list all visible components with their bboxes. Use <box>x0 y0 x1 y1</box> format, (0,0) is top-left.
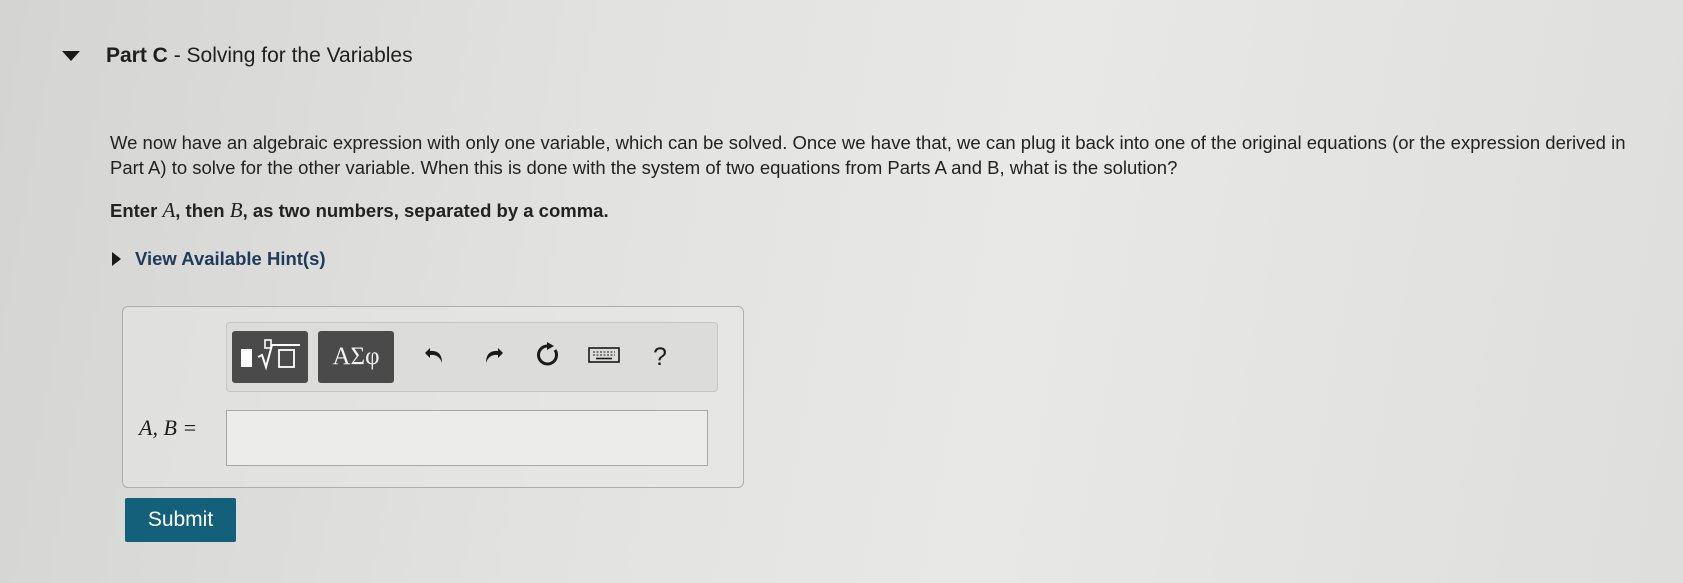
greek-symbols-button[interactable]: ΑΣφ <box>318 331 394 383</box>
redo-button[interactable] <box>468 331 516 383</box>
part-prefix: Part C <box>106 44 168 67</box>
submit-button[interactable]: Submit <box>125 498 236 542</box>
instruction-text-2: , then <box>175 200 230 221</box>
keyboard-button[interactable] <box>580 331 628 383</box>
math-toolbar: ΑΣφ ? <box>226 322 718 392</box>
expand-caret-icon <box>112 252 121 266</box>
collapse-caret-icon[interactable] <box>62 51 80 61</box>
answer-input[interactable] <box>226 410 708 466</box>
help-icon: ? <box>653 342 667 371</box>
templates-button[interactable] <box>232 331 308 383</box>
reset-button[interactable] <box>524 331 572 383</box>
view-hints-toggle[interactable]: View Available Hint(s) <box>112 248 326 270</box>
part-title-text: Solving for the Variables <box>186 44 413 67</box>
instruction-text-1: Enter <box>110 200 163 221</box>
keyboard-icon <box>588 345 620 370</box>
templates-icon <box>238 337 302 378</box>
undo-icon <box>423 343 449 372</box>
help-button[interactable]: ? <box>636 331 684 383</box>
instruction-text: Enter A, then B, as two numbers, separat… <box>110 198 609 223</box>
part-title: Part C - Solving for the Variables <box>106 44 413 68</box>
redo-icon <box>479 343 505 372</box>
answer-panel: ΑΣφ ? A, B = <box>122 306 744 488</box>
answer-label: A, B = <box>139 415 198 440</box>
part-header[interactable]: Part C - Solving for the Variables <box>62 44 413 68</box>
instruction-text-3: , as two numbers, separated by a comma. <box>242 200 609 221</box>
view-hints-link[interactable]: View Available Hint(s) <box>135 248 326 270</box>
question-text: We now have an algebraic expression with… <box>110 132 1626 178</box>
undo-button[interactable] <box>412 331 460 383</box>
part-separator: - <box>167 44 187 67</box>
variable-b: B <box>229 198 243 222</box>
variable-a: A <box>162 198 176 222</box>
reset-icon <box>534 341 562 374</box>
